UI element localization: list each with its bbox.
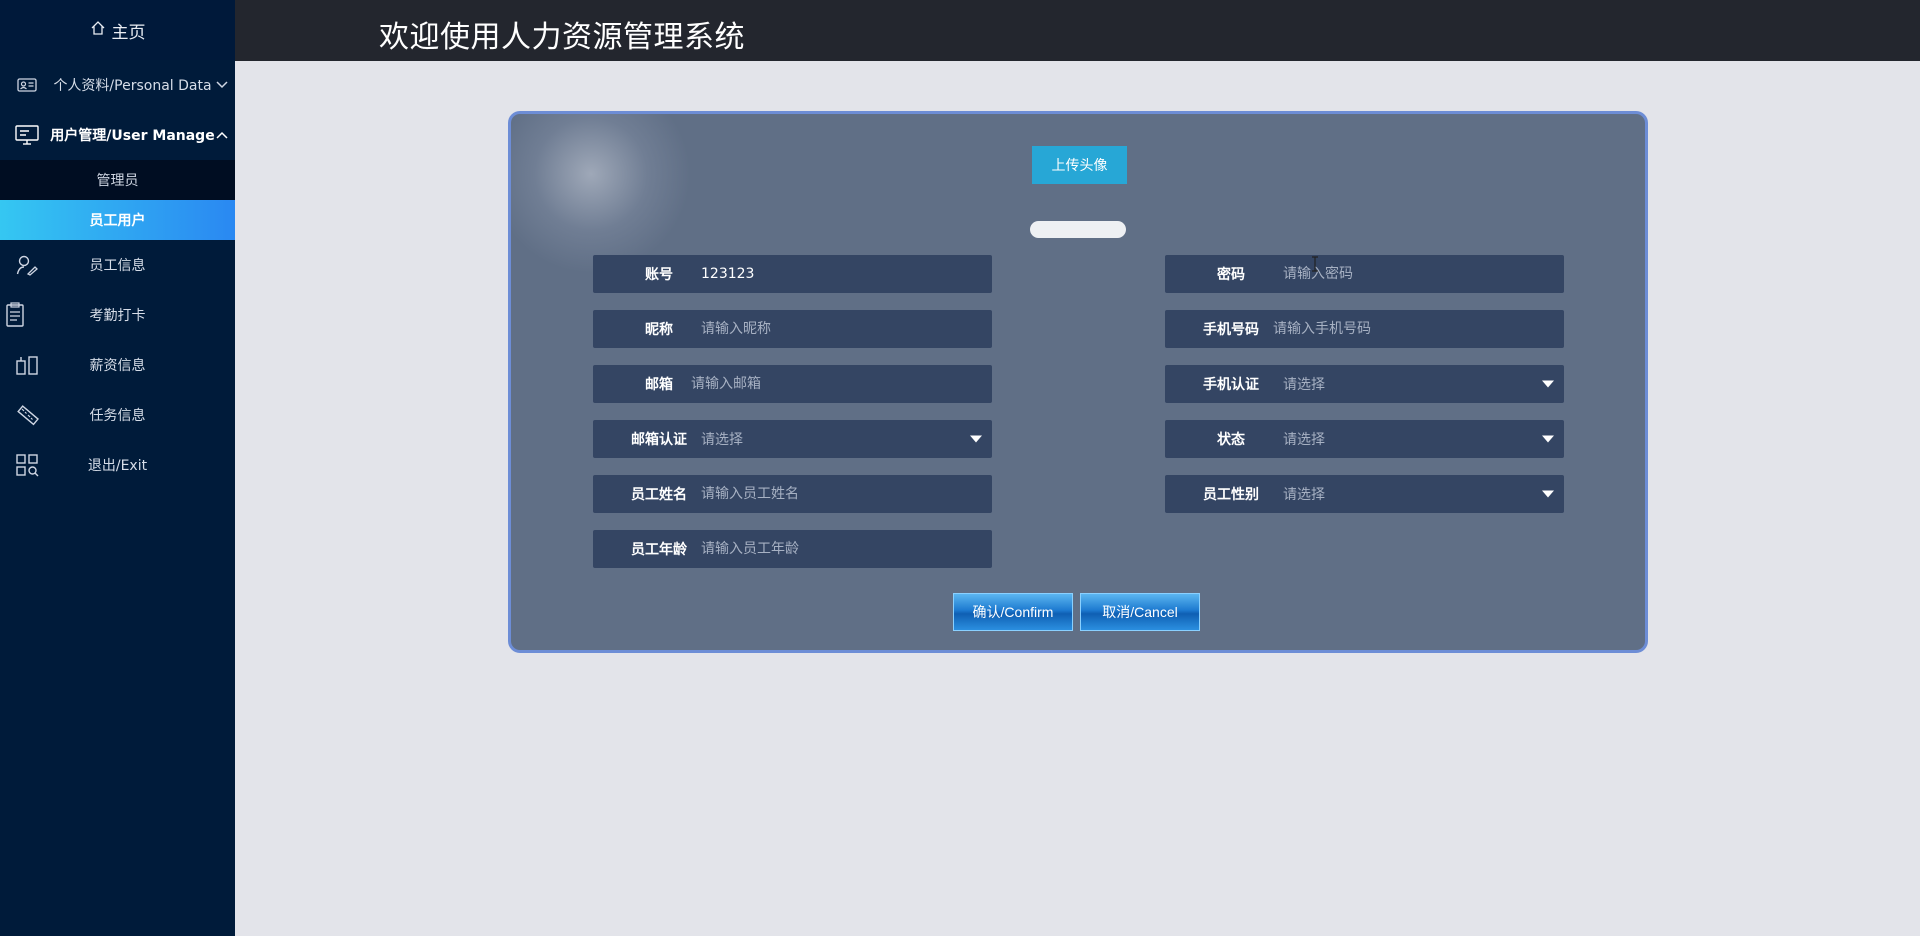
phone-verify-label: 手机认证: [1203, 377, 1259, 393]
employee-name-input[interactable]: [701, 475, 992, 513]
nickname-input[interactable]: [701, 310, 992, 348]
avatar-preview: [1030, 221, 1126, 238]
id-card-icon: [14, 72, 40, 98]
password-field: 密码: [1165, 255, 1564, 293]
phone-verify-select[interactable]: 请选择: [1283, 374, 1564, 394]
decorative-glow: [511, 114, 691, 274]
employee-gender-select[interactable]: 请选择: [1283, 484, 1564, 504]
caret-down-icon: [1542, 435, 1554, 443]
email-field: 邮箱: [593, 365, 992, 403]
email-input[interactable]: [691, 365, 992, 403]
monitor-icon: [14, 122, 40, 148]
confirm-button[interactable]: 确认/Confirm: [953, 593, 1073, 631]
top-header: 欢迎使用人力资源管理系统: [235, 0, 1920, 61]
sidebar-item-employee-info[interactable]: 员工信息: [0, 240, 235, 290]
caret-down-icon: [970, 435, 982, 443]
home-icon: [90, 20, 106, 41]
user-edit-icon: [14, 252, 40, 278]
sidebar-item-salary[interactable]: 薪资信息: [0, 340, 235, 390]
caret-down-icon: [1542, 490, 1554, 498]
employee-name-label: 员工姓名: [631, 487, 687, 503]
phone-label: 手机号码: [1203, 322, 1259, 338]
caret-down-icon: [1542, 380, 1554, 388]
page-title: 欢迎使用人力资源管理系统: [379, 20, 745, 55]
sidebar-item-attendance[interactable]: 考勤打卡: [0, 290, 235, 340]
text-cursor-icon: [1311, 256, 1319, 272]
account-input[interactable]: [701, 255, 992, 293]
password-input[interactable]: [1283, 255, 1564, 293]
home-link[interactable]: 主页: [0, 0, 235, 60]
sidebar-subitem-employee-user[interactable]: 员工用户: [0, 200, 235, 240]
password-label: 密码: [1217, 267, 1245, 283]
email-verify-label: 邮箱认证: [631, 432, 687, 448]
sidebar: 主页 个人资料/Personal Data 用户管理/User Manage 管…: [0, 0, 235, 936]
user-manage-submenu: 管理员 员工用户: [0, 160, 235, 240]
employee-gender-label: 员工性别: [1203, 487, 1259, 503]
sidebar-item-personal-data[interactable]: 个人资料/Personal Data: [0, 60, 235, 110]
sidebar-item-label: 考勤打卡: [89, 308, 146, 324]
home-label: 主页: [111, 22, 146, 43]
chevron-up-icon: [215, 128, 229, 142]
sidebar-item-task[interactable]: 任务信息: [0, 390, 235, 440]
cancel-button[interactable]: 取消/Cancel: [1080, 593, 1200, 631]
status-field[interactable]: 状态 请选择: [1165, 420, 1564, 458]
sidebar-subitem-admin[interactable]: 管理员: [0, 160, 235, 200]
status-select[interactable]: 请选择: [1283, 429, 1564, 449]
upload-avatar-button[interactable]: 上传头像: [1032, 146, 1127, 184]
status-label: 状态: [1217, 432, 1245, 448]
account-label: 账号: [645, 267, 673, 283]
sidebar-item-user-manage[interactable]: 用户管理/User Manage: [0, 110, 235, 160]
email-verify-field[interactable]: 邮箱认证 请选择: [593, 420, 992, 458]
employee-gender-field[interactable]: 员工性别 请选择: [1165, 475, 1564, 513]
employee-name-field: 员工姓名: [593, 475, 992, 513]
chevron-down-icon: [215, 78, 229, 92]
user-form-card: 上传头像 账号 昵称 邮箱 邮箱认证 请选择 员工姓名 员工年龄 密码 手机号码…: [508, 111, 1648, 653]
nickname-field: 昵称: [593, 310, 992, 348]
wallet-icon: [14, 352, 40, 378]
phone-field: 手机号码: [1165, 310, 1564, 348]
email-verify-select[interactable]: 请选择: [701, 429, 992, 449]
account-field: 账号: [593, 255, 992, 293]
sidebar-item-exit[interactable]: 退出/Exit: [0, 440, 235, 490]
ruler-icon: [14, 402, 40, 428]
employee-age-label: 员工年龄: [631, 542, 687, 558]
email-label: 邮箱: [645, 377, 673, 393]
phone-input[interactable]: [1273, 310, 1564, 348]
nickname-label: 昵称: [645, 322, 673, 338]
grid-search-icon: [14, 452, 40, 478]
clipboard-icon: [2, 302, 28, 328]
employee-age-input[interactable]: [701, 530, 992, 568]
phone-verify-field[interactable]: 手机认证 请选择: [1165, 365, 1564, 403]
employee-age-field: 员工年龄: [593, 530, 992, 568]
